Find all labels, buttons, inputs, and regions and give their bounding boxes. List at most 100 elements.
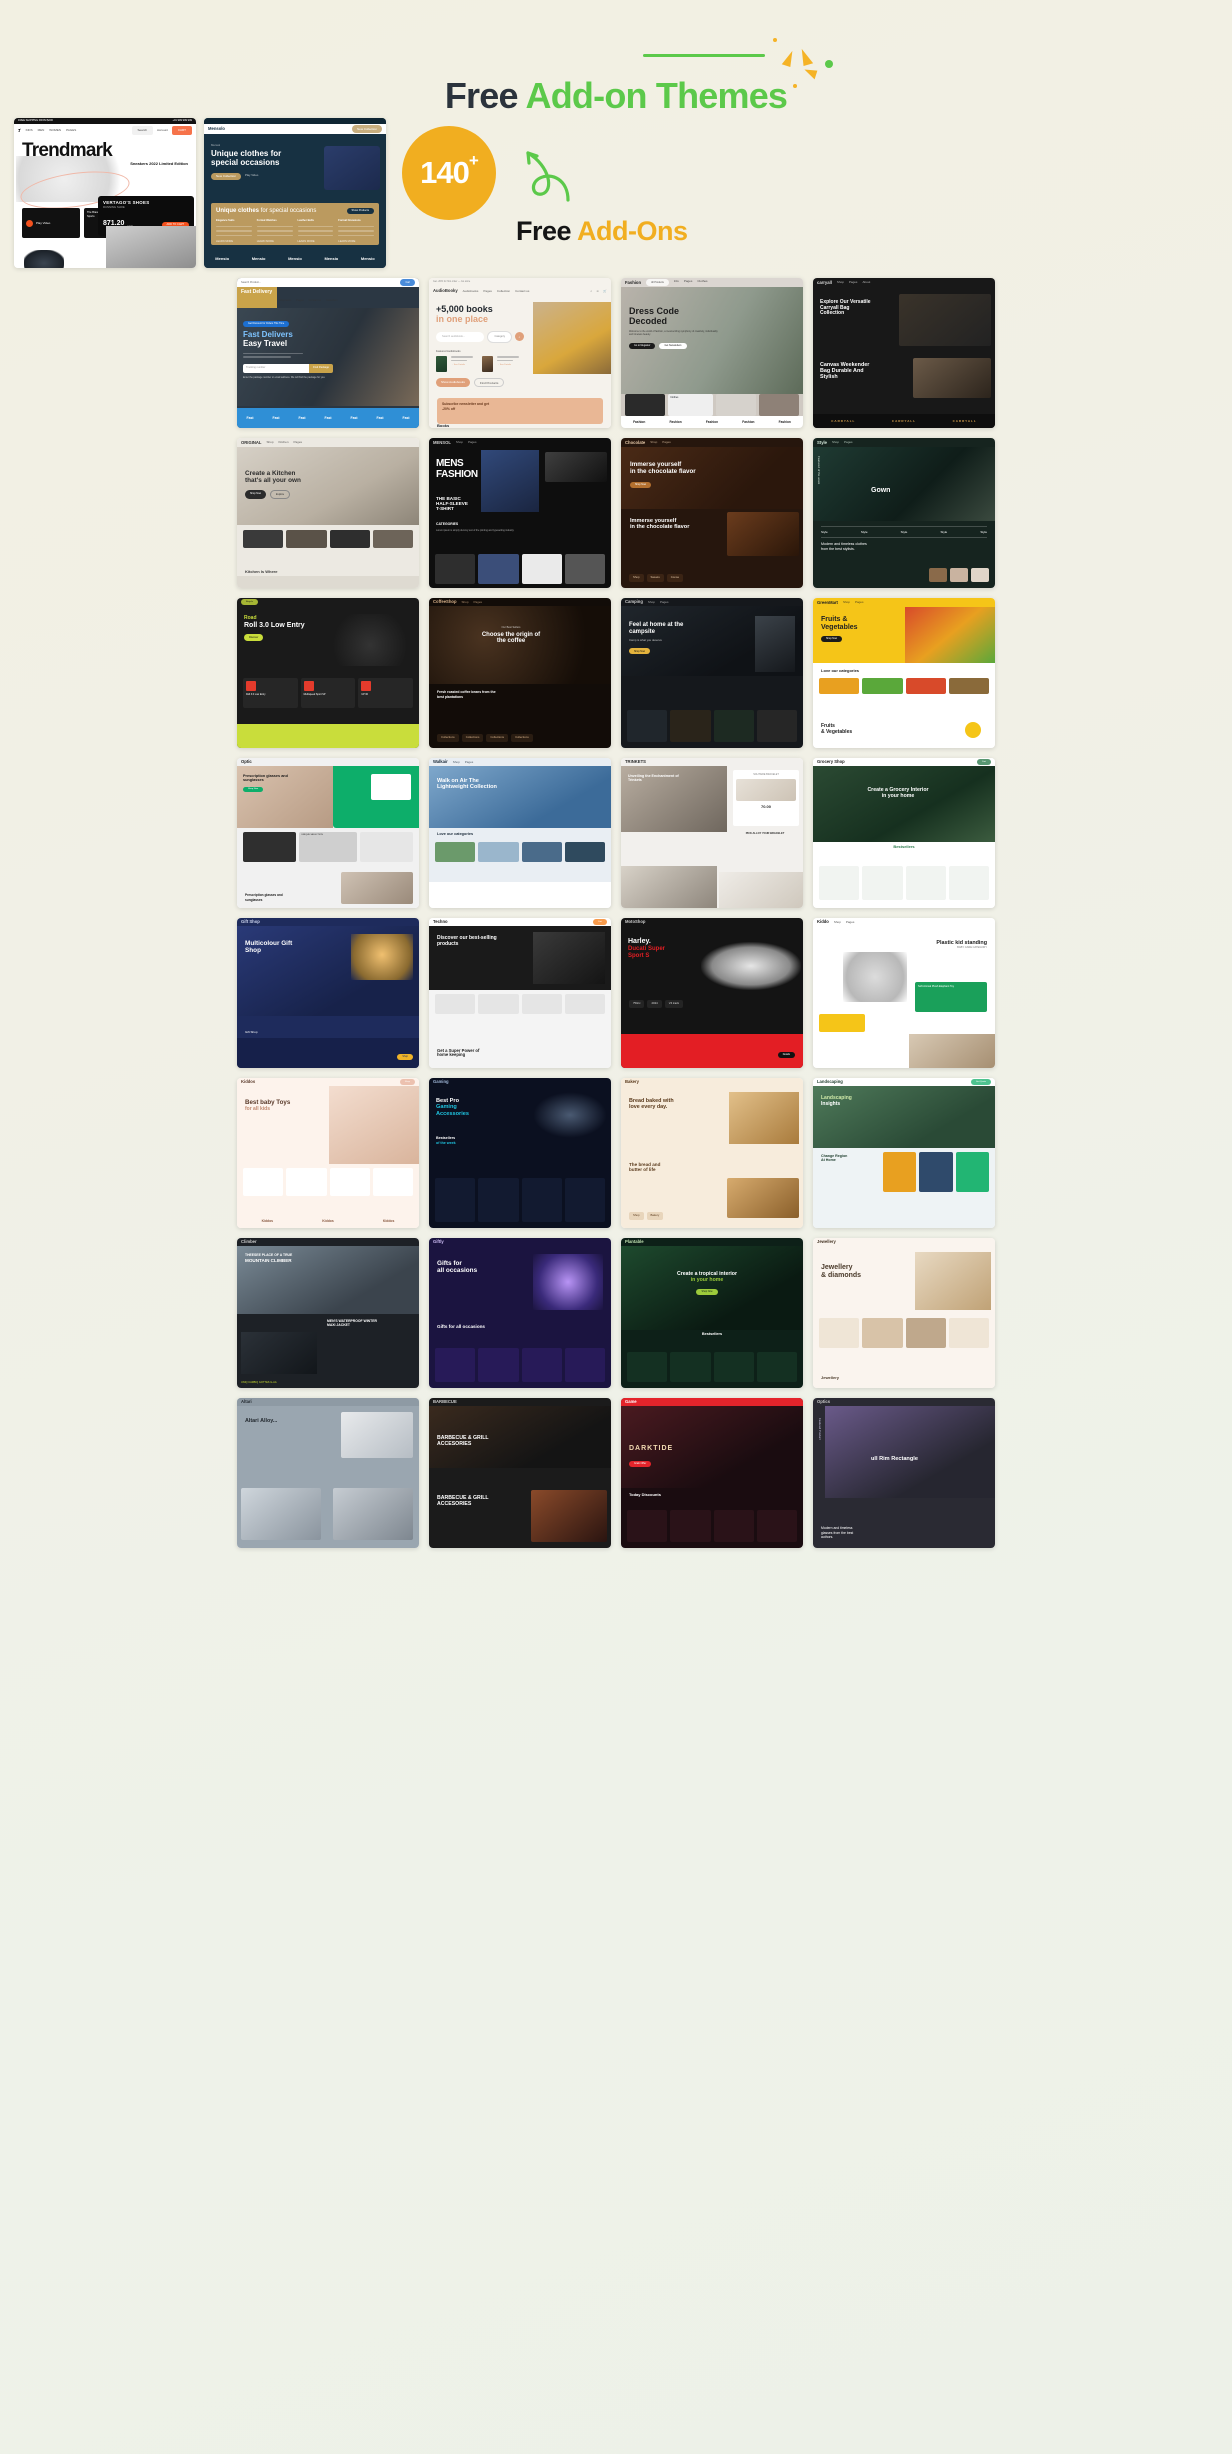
nav-link[interactable]: Contact us xyxy=(309,299,321,303)
service-card[interactable] xyxy=(883,1152,917,1192)
theme-card-eyewear-rim[interactable]: Optics Featured Product ull Rim Rectangl… xyxy=(813,1398,995,1548)
product-card[interactable] xyxy=(435,1178,476,1222)
category-thumb[interactable] xyxy=(948,678,989,694)
gallery-thumb[interactable] xyxy=(715,394,756,416)
service-card[interactable] xyxy=(955,1152,989,1192)
find-package-button[interactable]: Find Package xyxy=(309,363,333,373)
nav-link[interactable]: PAGES xyxy=(66,128,76,132)
category-select[interactable]: Category xyxy=(487,331,512,343)
shop-now-button[interactable]: Shop Now xyxy=(629,648,651,655)
show-audiobooks-button[interactable]: Show Audiobooks xyxy=(436,378,470,388)
gallery-thumb[interactable] xyxy=(564,554,605,584)
nav-link[interactable]: Shop xyxy=(650,440,657,444)
product-thumb[interactable] xyxy=(329,530,370,548)
category-card[interactable] xyxy=(435,1348,476,1382)
theme-card-tropical-interior[interactable]: Plantable Create a tropical interior in … xyxy=(621,1238,803,1388)
shop-now-button[interactable]: Shop Now xyxy=(821,635,843,642)
theme-card-kids-plastic[interactable]: Kiddo Shop Pages Plastic kid standing BAB… xyxy=(813,918,995,1068)
nav-link[interactable]: Clothes xyxy=(697,279,707,285)
nav-link[interactable]: About xyxy=(862,280,870,284)
product-card[interactable] xyxy=(862,866,903,900)
shop-button[interactable]: New Collection xyxy=(351,125,382,133)
theme-card-electronics[interactable]: Techno Cart Discover our best-selling pr… xyxy=(429,918,611,1068)
gallery-thumb[interactable] xyxy=(478,554,519,584)
see-details-link[interactable]: → See Details xyxy=(451,364,478,367)
grab-offer-button[interactable]: Grab Offer xyxy=(629,1460,652,1467)
product-thumb[interactable] xyxy=(521,994,562,1014)
learn-more-link[interactable]: LEARN MORE xyxy=(257,240,293,244)
product-card[interactable] xyxy=(627,1352,668,1382)
gallery-thumb[interactable] xyxy=(758,394,799,416)
product-thumb[interactable] xyxy=(948,1318,989,1348)
product-card[interactable] xyxy=(713,1510,754,1542)
cart-icon[interactable]: 🛒 xyxy=(603,289,607,293)
cart-button[interactable]: Cart xyxy=(976,759,991,765)
cta-button[interactable]: New Collection xyxy=(211,172,242,180)
nav-link[interactable]: Shop xyxy=(648,600,655,604)
nav-link[interactable]: Shop xyxy=(456,440,463,444)
nav-link[interactable]: Pages xyxy=(662,440,671,444)
newsletter-button[interactable]: Get Newsletters xyxy=(659,342,687,349)
product-thumb[interactable] xyxy=(627,710,668,742)
theme-card-gaming[interactable]: Gaming Best Pro Gaming Accessories Bests… xyxy=(429,1078,611,1228)
account-icon[interactable]: ☺ xyxy=(596,289,599,293)
theme-card-trinkets[interactable]: TRINKETS Unveiling the Enchantment of Tr… xyxy=(621,758,803,908)
theme-card-fruits-veg[interactable]: GreenMart Shop Pages Fruits & Vegetables … xyxy=(813,598,995,748)
category-card[interactable] xyxy=(478,1348,519,1382)
details-button[interactable]: Details xyxy=(777,1051,795,1058)
nav-link[interactable]: MEN xyxy=(38,128,45,132)
product-thumb[interactable] xyxy=(286,530,327,548)
nav-link[interactable]: Pages xyxy=(296,299,303,303)
product-card[interactable] xyxy=(243,1168,284,1196)
theme-card-landscaping[interactable]: Landscaping Get Quote Landscaping Insigh… xyxy=(813,1078,995,1228)
product-card[interactable] xyxy=(819,866,860,900)
nav-link[interactable]: Pages xyxy=(465,760,474,764)
gallery-thumb[interactable]: UNIQUE SELECTION xyxy=(299,832,357,862)
product-thumb[interactable] xyxy=(819,1318,860,1348)
nav-link[interactable]: Pages xyxy=(474,600,483,604)
search-icon[interactable]: ⌕ xyxy=(515,332,524,342)
product-card[interactable] xyxy=(329,1168,370,1196)
product-card[interactable] xyxy=(478,1178,519,1222)
chip[interactable]: Shop xyxy=(629,574,644,582)
theme-card-coffee-origin[interactable]: CoffeeShop Shop Pages Our Best Sellers Ch… xyxy=(429,598,611,748)
product-thumb[interactable] xyxy=(950,568,968,582)
nav-link[interactable]: Pages xyxy=(294,440,303,444)
nav-link[interactable]: All Products xyxy=(646,279,669,286)
chip[interactable]: Collections xyxy=(437,734,459,742)
chip[interactable]: Collections xyxy=(461,734,484,742)
category-thumb[interactable] xyxy=(435,842,476,862)
nav-link[interactable]: Info xyxy=(674,279,679,285)
nav-link[interactable]: Shop xyxy=(462,600,469,604)
gallery-thumb[interactable] xyxy=(625,394,666,416)
theme-card-eyewear[interactable]: Optic Prescription glasses and sunglasse… xyxy=(237,758,419,908)
chip[interactable]: Cocoa xyxy=(666,574,683,582)
nav-link[interactable]: Shop xyxy=(837,280,844,284)
product-card[interactable] xyxy=(521,1178,562,1222)
account-icon[interactable]: Account xyxy=(157,128,168,132)
gallery-thumb[interactable] xyxy=(435,554,476,584)
cta-label[interactable]: PICK ALLOY YOUR BRACELET xyxy=(735,832,795,836)
glasses-thumb[interactable] xyxy=(371,774,411,800)
theme-card-gift-shop[interactable]: Gift Shop Multicolour Gift Shop Gift Sho… xyxy=(237,918,419,1068)
theme-card-altari-alloy[interactable]: Altari Altari Alloy... xyxy=(237,1398,419,1548)
theme-card-gown-style[interactable]: Style Shop Pages Featured of the week Gow… xyxy=(813,438,995,588)
explore-button[interactable]: Explore xyxy=(270,490,291,499)
theme-card-mens-fashion[interactable]: MENSOL Shop Pages MENS FASHION THE BASIC … xyxy=(429,438,611,588)
category-thumb[interactable] xyxy=(521,842,562,862)
chip[interactable]: Shop xyxy=(629,1212,644,1220)
shop-now-button[interactable]: Shop Now xyxy=(243,786,264,793)
nav-link[interactable]: Pages xyxy=(660,600,669,604)
learn-more-link[interactable]: LEARN MORE xyxy=(216,240,252,244)
theme-card-dress-code[interactable]: Fashion All Products Info Pages Clothes … xyxy=(621,278,803,428)
play-icon[interactable] xyxy=(26,219,33,227)
theme-card-fast-delivery[interactable]: Search Product... Cart Fast Delivery Shi… xyxy=(237,278,419,428)
nav-link[interactable]: KIDS xyxy=(26,128,33,132)
category-thumb[interactable] xyxy=(478,842,519,862)
product-card[interactable] xyxy=(756,1510,797,1542)
nav-link[interactable]: Collection xyxy=(497,289,510,293)
chip[interactable]: Collections xyxy=(511,734,533,742)
search-icon[interactable]: Search xyxy=(131,126,154,135)
theme-card-trendmark[interactable]: FREE SHIPPING FROM $200 +01 999 999 999 … xyxy=(14,118,196,268)
category-card[interactable] xyxy=(521,1348,562,1382)
